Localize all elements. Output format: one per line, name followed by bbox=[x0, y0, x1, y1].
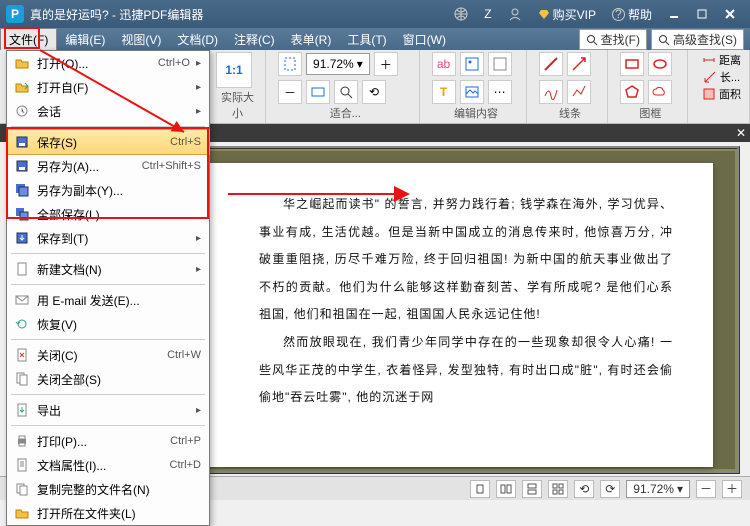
edit-more-icon[interactable]: ⋯ bbox=[488, 80, 512, 104]
edit-text-icon[interactable]: ab bbox=[432, 52, 456, 76]
menu-open[interactable]: 打开(O)...Ctrl+O▸ bbox=[7, 51, 209, 75]
sb-rotate-right-icon[interactable]: ⟳ bbox=[600, 480, 620, 498]
paragraph: 华之崛起而读书" 的誓言, 并努力践行着; 钱学森在海外, 学习优异、事业有成,… bbox=[259, 191, 673, 329]
ribbon-lines-label: 线条 bbox=[539, 104, 600, 121]
tab-close-icon[interactable]: ✕ bbox=[736, 126, 746, 140]
user-icon[interactable] bbox=[500, 0, 530, 28]
app-logo: P bbox=[6, 5, 24, 23]
zoom-reset-icon[interactable]: ⟲ bbox=[362, 80, 386, 104]
fit-width-icon[interactable] bbox=[306, 80, 330, 104]
zoom-in-icon[interactable]: ＋ bbox=[374, 52, 398, 76]
svg-text:?: ? bbox=[615, 8, 622, 21]
adv-find-button[interactable]: 高级查找(S) bbox=[651, 29, 744, 50]
maximize-button[interactable] bbox=[688, 0, 716, 28]
edit-object-icon[interactable] bbox=[488, 52, 512, 76]
ribbon-fit-label: 适合... bbox=[278, 104, 413, 121]
sb-layout-4-icon[interactable] bbox=[548, 480, 568, 498]
close-button[interactable] bbox=[716, 0, 744, 28]
sb-zoom-combo[interactable]: 91.72%▾ bbox=[626, 480, 690, 498]
menu-edit[interactable]: 编辑(E) bbox=[57, 28, 113, 50]
arrow-icon[interactable] bbox=[567, 52, 591, 76]
minimize-button[interactable] bbox=[660, 0, 688, 28]
text-tool-icon[interactable]: T bbox=[432, 80, 456, 104]
fit-page-icon[interactable] bbox=[278, 52, 302, 76]
menu-save[interactable]: 保存(S)Ctrl+S bbox=[6, 129, 210, 155]
cloud-icon[interactable] bbox=[648, 80, 672, 104]
zoom-region-icon[interactable] bbox=[334, 80, 358, 104]
ellipse-icon[interactable] bbox=[648, 52, 672, 76]
menu-print[interactable]: 打印(P)...Ctrl+P bbox=[7, 429, 209, 453]
menu-session[interactable]: 会话▸ bbox=[7, 99, 209, 123]
buy-vip-button[interactable]: 购买VIP bbox=[530, 0, 604, 28]
zoom-combo[interactable]: 91.72%▾ bbox=[306, 53, 370, 75]
menu-window[interactable]: 窗口(W) bbox=[395, 28, 454, 50]
menu-form[interactable]: 表单(R) bbox=[283, 28, 340, 50]
menu-save-to[interactable]: 保存到(T)▸ bbox=[7, 226, 209, 250]
menu-copy-filename[interactable]: 复制完整的文件名(N) bbox=[7, 477, 209, 501]
menu-doc-props[interactable]: 文档属性(I)...Ctrl+D bbox=[7, 453, 209, 477]
sb-layout-1-icon[interactable] bbox=[470, 480, 490, 498]
polyline-icon[interactable] bbox=[567, 80, 591, 104]
menu-new-doc[interactable]: 新建文档(N)▸ bbox=[7, 257, 209, 281]
search-toolbar: 查找(F) 高级查找(S) bbox=[579, 29, 744, 50]
sb-rotate-left-icon[interactable]: ⟲ bbox=[574, 480, 594, 498]
menu-file[interactable]: 文件(F) bbox=[0, 28, 57, 50]
zoom-out-icon[interactable]: － bbox=[278, 80, 302, 104]
window-title: 真的是好运吗? - 迅捷PDF编辑器 bbox=[30, 6, 446, 23]
ribbon-shapes-label: 图框 bbox=[620, 104, 681, 121]
menu-close-all[interactable]: 关闭全部(S) bbox=[7, 367, 209, 391]
menu-annotate[interactable]: 注释(C) bbox=[226, 28, 283, 50]
menu-view[interactable]: 视图(V) bbox=[113, 28, 169, 50]
menu-export[interactable]: 导出▸ bbox=[7, 398, 209, 422]
ribbon-editcontent-label: 编辑内容 bbox=[432, 104, 521, 121]
menu-open-from[interactable]: 打开自(F)▸ bbox=[7, 75, 209, 99]
menu-email[interactable]: 用 E-mail 发送(E)... bbox=[7, 288, 209, 312]
user-letter[interactable]: Z bbox=[476, 0, 499, 28]
image-tool-icon[interactable] bbox=[460, 80, 484, 104]
find-button[interactable]: 查找(F) bbox=[579, 29, 647, 50]
realsize-icon[interactable]: 1:1 bbox=[216, 52, 252, 88]
menu-document[interactable]: 文档(D) bbox=[169, 28, 226, 50]
menu-save-all[interactable]: 全部保存(L) bbox=[7, 202, 209, 226]
paragraph: 然而放眼现在, 我们青少年同学中存在的一些现象却很令人心痛! 一些风华正茂的中学… bbox=[259, 329, 673, 412]
sb-layout-3-icon[interactable] bbox=[522, 480, 542, 498]
sb-zoom-out-icon[interactable]: － bbox=[696, 480, 716, 498]
help-button[interactable]: ?帮助 bbox=[604, 0, 660, 28]
freehand-icon[interactable] bbox=[539, 80, 563, 104]
line-icon[interactable] bbox=[539, 52, 563, 76]
menu-save-as[interactable]: 另存为(A)...Ctrl+Shift+S bbox=[7, 154, 209, 178]
ribbon-realsize-label: 实际大小 bbox=[216, 88, 259, 121]
menu-open-folder[interactable]: 打开所在文件夹(L) bbox=[7, 501, 209, 525]
polygon-icon[interactable] bbox=[620, 80, 644, 104]
rect-icon[interactable] bbox=[620, 52, 644, 76]
titlebar: P 真的是好运吗? - 迅捷PDF编辑器 Z 购买VIP ?帮助 bbox=[0, 0, 750, 28]
edit-image-icon[interactable] bbox=[460, 52, 484, 76]
menu-save-copy[interactable]: 另存为副本(Y)... bbox=[7, 178, 209, 202]
menu-close[interactable]: 关闭(C)Ctrl+W bbox=[7, 343, 209, 367]
menu-tools[interactable]: 工具(T) bbox=[339, 28, 394, 50]
file-menu: 打开(O)...Ctrl+O▸ 打开自(F)▸ 会话▸ 保存(S)Ctrl+S … bbox=[6, 50, 210, 526]
globe-icon[interactable] bbox=[446, 0, 476, 28]
menu-restore[interactable]: 恢复(V) bbox=[7, 312, 209, 336]
sb-layout-2-icon[interactable] bbox=[496, 480, 516, 498]
sb-zoom-in-icon[interactable]: ＋ bbox=[722, 480, 742, 498]
